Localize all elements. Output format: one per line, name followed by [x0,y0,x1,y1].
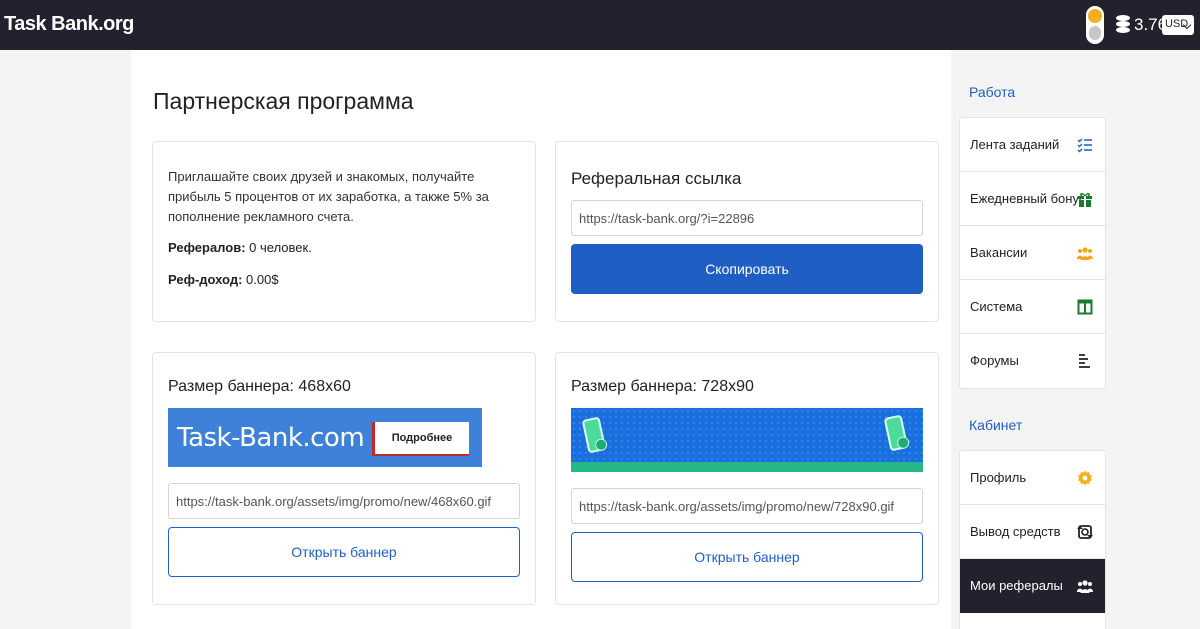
coins-icon [1113,13,1133,35]
banner-468-text: Task-Bank.com [177,423,365,453]
banner-468-title: Размер баннера: 468x60 [168,378,351,395]
referral-link-field[interactable]: https://task-bank.org/?i=22896 [571,200,923,236]
sidebar-item-forums[interactable]: Форумы [960,334,1105,388]
gear-icon [1078,470,1092,486]
sidebar-item-label: Ежедневный бонус [970,191,1086,206]
sidebar-item-label: Система [970,299,1023,314]
sidebar-item-withdraw[interactable]: Вывод средств [960,505,1105,559]
referrals-count: Рефералов: 0 человек. [168,240,312,255]
currency-select[interactable]: USD [1162,15,1194,35]
top-navbar: Task Bank.org 3.76 USD [0,0,1200,50]
sidebar-item-vacancies[interactable]: Вакансии [960,226,1105,280]
sidebar-item-task-feed[interactable]: Лента заданий [960,118,1105,172]
banner-468-url-field[interactable]: https://task-bank.org/assets/img/promo/n… [168,483,520,519]
users-icon [1077,247,1093,260]
income-label: Реф-доход: [168,272,243,287]
theme-toggle-icon[interactable] [1086,6,1104,44]
sidebar-cabinet-group: Профиль Вывод средств Мои рефералы [959,450,1106,629]
open-banner-728-button[interactable]: Открыть баннер [571,532,923,582]
banner-728-url-field[interactable]: https://task-bank.org/assets/img/promo/n… [571,488,923,524]
referral-description: Приглашайте своих друзей и знакомых, пол… [168,169,489,224]
referral-link-title: Реферальная ссылка [571,169,742,188]
sidebar-item-label: Вакансии [970,245,1028,260]
sidebar-heading-work: Работа [969,84,1016,100]
sidebar-item-system[interactable]: Система [960,280,1105,334]
banner-728-image [571,408,923,472]
sidebar-item-label: Вывод средств [970,524,1061,539]
referrals-value: 0 человек. [249,240,312,255]
income-value: 0.00$ [246,272,279,287]
sidebar-item-label: Форумы [970,353,1019,368]
page-title: Партнерская программа [153,88,414,114]
sidebar-heading-cabinet: Кабинет [969,417,1023,433]
sidebar-item-label: Профиль [970,470,1027,485]
referral-income: Реф-доход: 0.00$ [168,272,279,287]
site-logo[interactable]: Task Bank.org [4,13,134,36]
users-icon [1077,580,1093,593]
sidebar-item-daily-bonus[interactable]: Ежедневный бонус [960,172,1105,226]
sidebar-item-profile[interactable]: Профиль [960,451,1105,505]
sidebar-item-label: Лента заданий [970,137,1060,152]
banner-468-more-button: Подробнее [372,422,469,456]
banner-728-title: Размер баннера: 728x90 [571,378,754,395]
exchange-icon [1077,525,1093,539]
align-left-icon [1079,354,1090,368]
banner-468-image: Task-Bank.com Подробнее [168,408,482,467]
task-list-icon [1077,138,1092,153]
sidebar-item-my-referrals[interactable]: Мои рефералы [960,559,1105,613]
gift-icon [1078,193,1092,207]
referrals-label: Рефералов: [168,240,246,255]
copy-link-button[interactable]: Скопировать [571,244,923,294]
sidebar-item-label: Мои рефералы [970,578,1063,593]
sidebar-work-group: Лента заданий Ежедневный бонус Вакансии … [959,117,1106,389]
columns-icon [1077,299,1093,315]
open-banner-468-button[interactable]: Открыть баннер [168,527,520,577]
